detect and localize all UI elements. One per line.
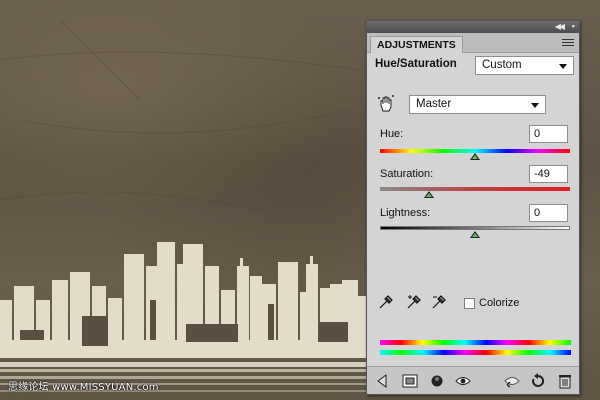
mask-icon[interactable] xyxy=(429,373,445,389)
back-arrow-icon[interactable] xyxy=(375,373,391,389)
chevron-down-icon xyxy=(531,103,539,108)
reset-icon[interactable] xyxy=(530,373,546,389)
targeted-adjustment-hand-icon[interactable] xyxy=(377,95,395,113)
output-color-bar xyxy=(380,350,571,355)
saturation-slider[interactable] xyxy=(380,187,570,191)
close-icon[interactable]: ▪ xyxy=(572,21,575,31)
visibility-eye-icon[interactable] xyxy=(455,373,471,389)
clip-to-layer-icon[interactable] xyxy=(402,373,418,389)
tab-adjustments[interactable]: ADJUSTMENTS xyxy=(370,36,463,53)
view-previous-state-icon[interactable] xyxy=(504,373,520,389)
adjustment-title: Hue/Saturation xyxy=(375,58,457,70)
adjustments-panel: ◀◀ ▪ ADJUSTMENTS Hue/Saturation Custom M… xyxy=(366,20,580,395)
eyedropper-icon[interactable] xyxy=(378,294,394,310)
lightness-input[interactable]: 0 xyxy=(529,204,568,222)
lightness-label: Lightness: xyxy=(380,207,431,219)
eyedropper-minus-icon[interactable] xyxy=(431,294,447,310)
hue-label: Hue: xyxy=(380,128,404,140)
preset-value: Custom xyxy=(482,59,522,71)
input-color-bar xyxy=(380,340,571,345)
double-chevron-icon[interactable]: ◀◀ xyxy=(555,22,565,31)
panel-bottom-toolbar xyxy=(367,366,579,394)
panel-menu-icon[interactable] xyxy=(562,37,574,47)
eyedropper-plus-icon[interactable] xyxy=(406,294,422,310)
panel-title-bar[interactable]: ◀◀ ▪ xyxy=(367,21,579,33)
colorize-label: Colorize xyxy=(479,297,520,309)
preset-select[interactable]: Custom xyxy=(475,56,574,75)
hue-input[interactable]: 0 xyxy=(529,125,568,143)
saturation-label: Saturation: xyxy=(380,168,434,180)
chevron-down-icon xyxy=(559,64,567,69)
watermark: 思缘论坛 www.MISSYUAN.com xyxy=(8,382,159,393)
lightness-slider[interactable] xyxy=(380,226,570,230)
panel-tab-row: ADJUSTMENTS xyxy=(367,33,579,53)
channel-select[interactable]: Master xyxy=(409,95,546,114)
channel-value: Master xyxy=(416,98,452,110)
colorize-checkbox[interactable] xyxy=(464,298,475,309)
trash-icon[interactable] xyxy=(557,373,573,389)
saturation-input[interactable]: -49 xyxy=(529,165,568,183)
